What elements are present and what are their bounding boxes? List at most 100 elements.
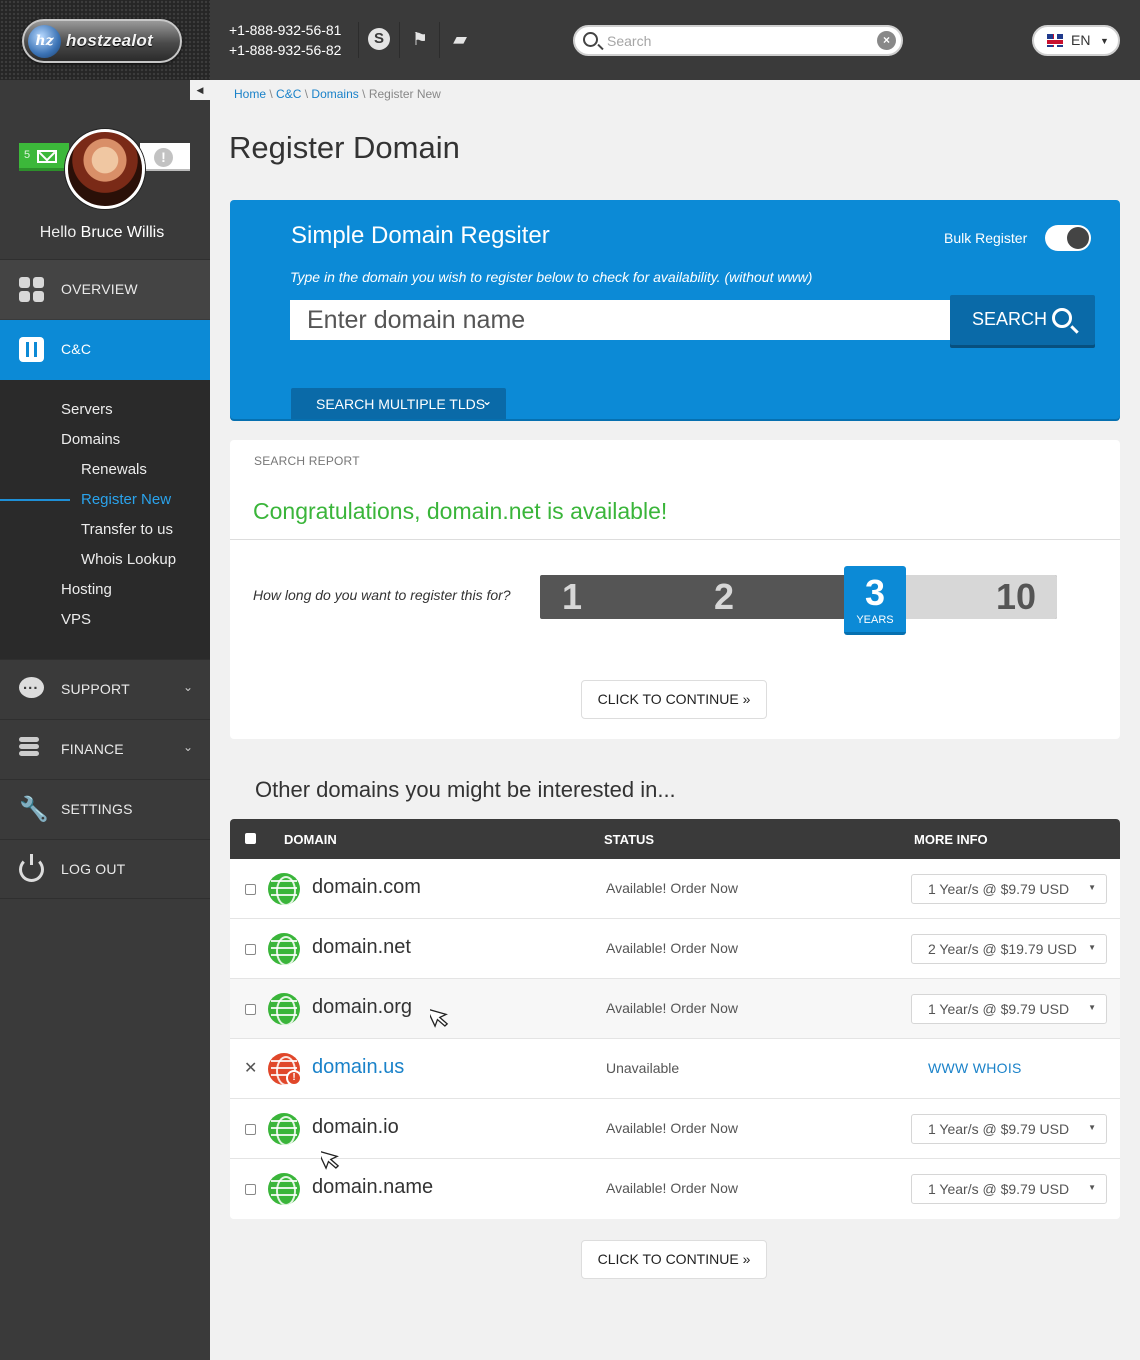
domain-status[interactable]: Available! Order Now — [606, 1000, 738, 1016]
breadcrumb-current: Register New — [368, 87, 441, 101]
domain-name: domain.org — [312, 996, 413, 1018]
domain-status[interactable]: Available! Order Now — [606, 1120, 738, 1136]
row-checkbox[interactable] — [245, 1184, 256, 1195]
nav-settings[interactable]: 🔧 SETTINGS — [0, 779, 210, 839]
alert-badge[interactable]: ! — [140, 143, 190, 171]
envelope-icon — [37, 150, 57, 163]
uk-flag-icon — [1047, 34, 1063, 47]
nav-overview[interactable]: OVERVIEW — [0, 259, 210, 319]
domain-name-input[interactable] — [290, 300, 952, 340]
nav-logout-label: LOG OUT — [61, 861, 126, 877]
year-option-1[interactable]: 1 — [562, 575, 582, 619]
row-checkbox[interactable] — [245, 884, 256, 895]
submenu-item-domains[interactable]: Domains — [61, 431, 120, 448]
submenu-item-vps[interactable]: VPS — [61, 611, 91, 628]
year-option-10[interactable]: 10 — [996, 575, 1036, 619]
nav-cc-label: C&C — [61, 341, 92, 357]
year-option-2[interactable]: 2 — [714, 575, 734, 619]
submenu-item-whois[interactable]: Whois Lookup — [81, 551, 176, 568]
domain-status[interactable]: Available! Order Now — [606, 940, 738, 956]
chevron-down-icon: ⌄ — [182, 680, 193, 694]
domain-search-button[interactable]: SEARCH — [950, 295, 1095, 345]
register-title: Simple Domain Regsiter — [291, 222, 550, 249]
nav-support[interactable]: SUPPORT ⌄ — [0, 659, 210, 719]
row-checkbox[interactable] — [245, 1004, 256, 1015]
domain-name: domain.io — [312, 1116, 399, 1138]
breadcrumb: Home \ C&C \ Domains \ Register New — [234, 87, 441, 101]
exclamation-icon: ! — [154, 148, 173, 167]
years-unit-label: YEARS — [856, 614, 894, 626]
breadcrumb-home[interactable]: Home — [234, 87, 266, 101]
cc-submenu: Servers Domains Renewals Register New Tr… — [0, 380, 210, 659]
caret-down-icon: ▼ — [1088, 883, 1096, 892]
column-more-info: MORE INFO — [914, 832, 988, 847]
unavailable-x-icon: ✕ — [244, 1060, 258, 1077]
toggle-knob — [1067, 227, 1089, 249]
select-all-checkbox[interactable] — [245, 833, 256, 844]
bulk-register-toggle[interactable] — [1045, 225, 1091, 251]
period-price-select[interactable]: 2 Year/s @ $19.79 USD ▼ — [911, 934, 1107, 964]
flag-button[interactable]: ⚑ — [399, 22, 439, 58]
global-search-input[interactable] — [607, 31, 867, 51]
language-selector[interactable]: EN ▼ — [1032, 25, 1120, 56]
period-price-select[interactable]: 1 Year/s @ $9.79 USD ▼ — [911, 1174, 1107, 1204]
search-icon — [1052, 308, 1072, 328]
submenu-item-renewals[interactable]: Renewals — [81, 461, 147, 478]
period-price-select[interactable]: 1 Year/s @ $9.79 USD ▼ — [911, 874, 1107, 904]
search-multiple-tlds-button[interactable]: SEARCH MULTIPLE TLDS ⌄ — [291, 388, 506, 419]
skype-icon: S — [368, 28, 390, 50]
clear-icon[interactable]: × — [877, 31, 896, 50]
years-slider[interactable]: 1 2 10 3 YEARS — [540, 566, 1057, 635]
sidebar: hz hostzealot ◀ 5 ! Hello Bruce Willis O… — [0, 0, 210, 1360]
domains-table: DOMAIN STATUS MORE INFO domain.com Avail… — [230, 819, 1120, 1219]
nav-logout[interactable]: LOG OUT — [0, 839, 210, 899]
caret-down-icon: ▼ — [1088, 943, 1096, 952]
period-price-value: 2 Year/s @ $19.79 USD — [928, 941, 1077, 957]
period-price-select[interactable]: 1 Year/s @ $9.79 USD ▼ — [911, 994, 1107, 1024]
selected-year-handle[interactable]: 3 YEARS — [844, 566, 906, 635]
collapse-sidebar-button[interactable]: ◀ — [190, 80, 210, 100]
logo-area: hz hostzealot — [0, 0, 210, 80]
breadcrumb-cc[interactable]: C&C — [276, 87, 301, 101]
chat-icon: ▰ — [453, 29, 467, 49]
avatar[interactable] — [65, 129, 145, 209]
skype-button[interactable]: S — [358, 22, 398, 58]
table-row: domain.name Available! Order Now 1 Year/… — [230, 1159, 1120, 1219]
table-row: domain.net Available! Order Now 2 Year/s… — [230, 919, 1120, 979]
chat-button[interactable]: ▰ — [439, 22, 479, 58]
breadcrumb-domains[interactable]: Domains — [311, 87, 358, 101]
mail-badge[interactable]: 5 — [19, 143, 69, 171]
language-code: EN — [1071, 32, 1091, 48]
divider — [230, 539, 1120, 540]
breadcrumb-separator: \ — [269, 87, 273, 101]
greeting-word: Hello — [39, 224, 77, 241]
globe-icon — [268, 1113, 300, 1145]
period-price-value: 1 Year/s @ $9.79 USD — [928, 1121, 1070, 1137]
domain-name[interactable]: domain.us — [312, 1056, 404, 1079]
table-row: domain.io Available! Order Now 1 Year/s … — [230, 1099, 1120, 1159]
row-checkbox[interactable] — [245, 1124, 256, 1135]
domain-status[interactable]: Available! Order Now — [606, 880, 738, 896]
whois-link[interactable]: WWW WHOIS — [928, 1060, 1022, 1076]
power-icon — [19, 854, 44, 882]
caret-down-icon: ▼ — [1088, 1003, 1096, 1012]
logo[interactable]: hz hostzealot — [22, 19, 182, 63]
continue-button[interactable]: CLICK TO CONTINUE » — [581, 680, 767, 719]
column-domain: DOMAIN — [284, 832, 337, 847]
submenu-item-register-new[interactable]: Register New — [81, 491, 171, 508]
submenu-item-transfer[interactable]: Transfer to us — [81, 521, 173, 538]
submenu-item-hosting[interactable]: Hosting — [61, 581, 112, 598]
globe-icon — [268, 993, 300, 1025]
period-price-select[interactable]: 1 Year/s @ $9.79 USD ▼ — [911, 1114, 1107, 1144]
continue-button-bottom[interactable]: CLICK TO CONTINUE » — [581, 1240, 767, 1279]
greeting: Hello Bruce Willis — [0, 224, 204, 242]
row-checkbox[interactable] — [245, 944, 256, 955]
nav-cc[interactable]: C&C — [0, 320, 210, 380]
domain-status[interactable]: Available! Order Now — [606, 1180, 738, 1196]
search-multiple-tlds-label: SEARCH MULTIPLE TLDS — [316, 396, 486, 412]
submenu-item-servers[interactable]: Servers — [61, 401, 113, 418]
nav-finance[interactable]: FINANCE ⌄ — [0, 719, 210, 779]
domain-name: domain.net — [312, 936, 411, 958]
mail-count: 5 — [24, 149, 31, 161]
phone-number: +1-888-932-56-81 — [229, 22, 342, 38]
